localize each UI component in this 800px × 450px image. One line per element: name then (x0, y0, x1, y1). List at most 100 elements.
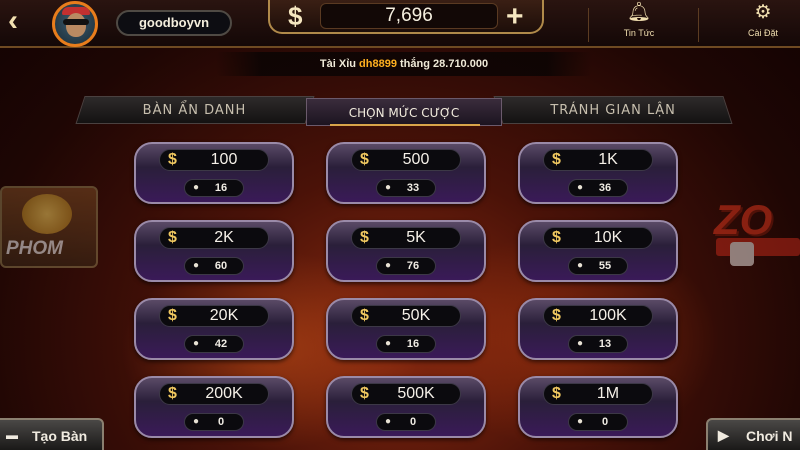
dollar-icon: $ (360, 307, 369, 324)
bet-amount: 20K (209, 307, 239, 324)
zo-game-banner[interactable]: ZO (706, 196, 800, 276)
bet-level-button[interactable]: $5K ● 76 (326, 220, 486, 284)
divider (698, 8, 699, 42)
user-icon: ● (193, 416, 200, 427)
player-count-box: ● 16 (184, 179, 244, 197)
user-icon: ● (193, 182, 200, 193)
balance-value: 7,696 (320, 3, 498, 29)
bet-button-frame: $100K ● 13 (518, 298, 678, 360)
user-icon: ● (193, 338, 200, 349)
news-button[interactable]: 🔔︎ Tin Tức (604, 2, 674, 44)
bet-amount: 5K (406, 229, 426, 246)
win-ticker: Tài Xỉu dh8899 thắng 28.710.000 (216, 52, 592, 76)
balance-panel: $ 7,696 + (268, 0, 544, 34)
player-count: 60 (214, 260, 228, 272)
player-count: 0 (409, 416, 417, 428)
create-table-label: Tạo Bàn (32, 428, 88, 444)
play-now-button[interactable]: ▶ Chơi N (706, 418, 800, 450)
player-count: 33 (406, 182, 420, 194)
tab-choose-bet[interactable]: CHỌN MỨC CƯỢC (306, 98, 502, 126)
user-icon: ● (193, 260, 200, 271)
player-count-box: ● 0 (184, 413, 244, 431)
bet-amount-box: $100 (159, 149, 269, 171)
dollar-icon: $ (552, 151, 561, 168)
bet-level-button[interactable]: $10K ● 55 (518, 220, 678, 284)
create-table-button[interactable]: ▬ Tạo Bàn (0, 418, 104, 450)
bet-amount: 1K (598, 151, 618, 168)
avatar-frame (52, 1, 98, 47)
table-icon: ▬ (6, 428, 18, 442)
play-now-label: Chơi N (746, 428, 793, 444)
ticker-verb: thắng (400, 58, 430, 70)
settings-label: Cài Đặt (747, 28, 778, 38)
player-count-box: ● 76 (376, 257, 436, 275)
dollar-icon: $ (552, 229, 561, 246)
add-coins-button[interactable]: + (506, 0, 524, 34)
settings-button[interactable]: ⚙ Cài Đặt (728, 2, 798, 44)
bet-level-button[interactable]: $200K ● 0 (134, 376, 294, 440)
dollar-icon: $ (552, 385, 561, 402)
tab-anti-cheat[interactable]: TRÁNH GIAN LẬN (493, 96, 733, 124)
bet-button-frame: $200K ● 0 (134, 376, 294, 438)
zo-label: ZO (714, 196, 773, 243)
bet-button-frame: $50K ● 16 (326, 298, 486, 360)
player-count: 36 (598, 182, 612, 194)
player-count: 13 (598, 338, 612, 350)
dollar-icon: $ (360, 385, 369, 402)
top-bar: ‹ goodboyvn $ 7,696 + 🔔︎ Tin Tức ⚙ Cài Đ… (0, 0, 800, 48)
bet-amount-box: $10K (543, 227, 653, 249)
tab-anonymous-table[interactable]: BÀN ẨN DANH (75, 96, 315, 124)
news-label: Tin Tức (623, 28, 655, 38)
bet-amount: 100 (210, 151, 238, 168)
user-icon: ● (385, 182, 392, 193)
bet-amount: 10K (593, 229, 623, 246)
gear-icon: ⚙ (754, 2, 772, 23)
player-count-box: ● 55 (568, 257, 628, 275)
bet-button-frame: $20K ● 42 (134, 298, 294, 360)
bet-button-frame: $5K ● 76 (326, 220, 486, 282)
active-tab-indicator (330, 124, 480, 126)
bet-amount-box: $500 (351, 149, 461, 171)
bet-amount: 500K (397, 385, 435, 402)
bet-amount-box: $5K (351, 227, 461, 249)
bet-level-button[interactable]: $2K ● 60 (134, 220, 294, 284)
currency-symbol: $ (288, 1, 303, 31)
bet-level-button[interactable]: $100K ● 13 (518, 298, 678, 362)
player-count-box: ● 36 (568, 179, 628, 197)
ticker-winner: dh8899 (359, 58, 397, 70)
bet-amount-box: $50K (351, 305, 461, 327)
bet-level-button[interactable]: $1K ● 36 (518, 142, 678, 206)
bet-level-button[interactable]: $500 ● 33 (326, 142, 486, 206)
phom-game-banner[interactable]: PHOM (0, 186, 98, 268)
bet-level-button[interactable]: $1M ● 0 (518, 376, 678, 440)
player-count-box: ● 42 (184, 335, 244, 353)
bet-level-button[interactable]: $20K ● 42 (134, 298, 294, 362)
user-icon: ● (385, 260, 392, 271)
player-count-box: ● 0 (376, 413, 436, 431)
bet-amount: 200K (205, 385, 243, 402)
bet-amount-box: $1M (543, 383, 653, 405)
user-icon: ● (385, 338, 392, 349)
back-button[interactable]: ‹ (8, 6, 36, 38)
bet-amount-box: $20K (159, 305, 269, 327)
dollar-icon: $ (552, 307, 561, 324)
bet-button-frame: $2K ● 60 (134, 220, 294, 282)
username-label: goodboyvn (116, 10, 232, 36)
dice-icon (730, 242, 754, 266)
player-count: 76 (406, 260, 420, 272)
divider (588, 8, 589, 42)
bet-button-frame: $500 ● 33 (326, 142, 486, 204)
bet-level-button[interactable]: $500K ● 0 (326, 376, 486, 440)
bet-level-button[interactable]: $100 ● 16 (134, 142, 294, 206)
player-count-box: ● 60 (184, 257, 244, 275)
user-icon: ● (577, 182, 584, 193)
avatar[interactable] (44, 1, 110, 47)
dollar-icon: $ (360, 151, 369, 168)
bet-amount-box: $1K (543, 149, 653, 171)
bet-amount-box: $200K (159, 383, 269, 405)
bet-amount-box: $2K (159, 227, 269, 249)
phom-label: PHOM (6, 238, 63, 259)
player-count-box: ● 33 (376, 179, 436, 197)
bet-level-button[interactable]: $50K ● 16 (326, 298, 486, 362)
bet-amount: 100K (589, 307, 627, 324)
